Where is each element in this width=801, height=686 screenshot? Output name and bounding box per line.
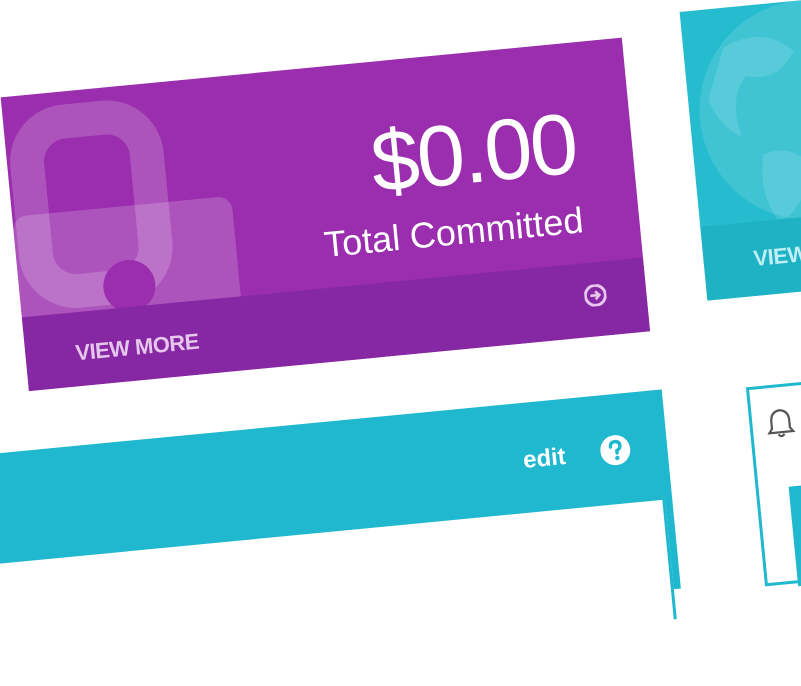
total-committed-card: $0.00 Total Committed VIEW MORE [0,37,651,392]
widget-panel: edit [0,389,681,686]
globe-icon [699,0,801,224]
question-circle-icon[interactable] [598,433,633,468]
total-committed-label: Total Committed [322,199,586,266]
bell-icon[interactable] [765,406,796,441]
notifications-panel [745,358,801,587]
arrow-circle-right-icon [583,283,607,307]
edit-link[interactable]: edit [522,443,567,475]
view-more-label: VIEW MORE [74,328,200,366]
widget-panel-body [0,499,677,686]
notifications-panel-body [788,461,801,587]
dashboard: $0.00 Total Committed VIEW MORE VIEW edi… [0,0,801,686]
second-stat-card: VIEW [679,0,801,301]
view-more-label-2: VIEW [752,240,801,271]
total-committed-amount: $0.00 [366,95,581,211]
